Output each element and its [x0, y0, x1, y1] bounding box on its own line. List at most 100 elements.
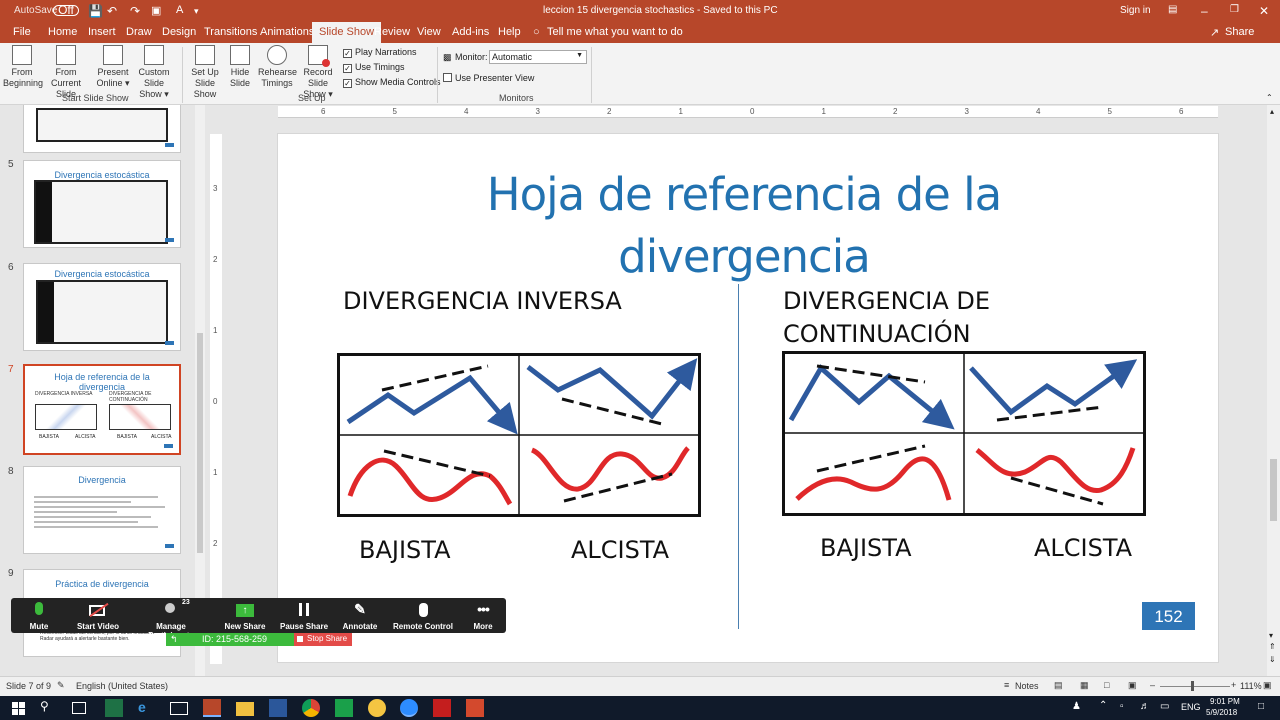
right-heading[interactable]: DIVERGENCIA DE CONTINUACIÓN	[783, 285, 990, 351]
minimize-icon[interactable]: –	[1201, 4, 1208, 18]
network-icon[interactable]: ▫	[1120, 701, 1124, 712]
collapse-ribbon-icon[interactable]: ⌃	[1266, 93, 1273, 102]
save-icon[interactable]: 💾	[88, 4, 103, 18]
thumbnail-slide-8[interactable]: Divergencia	[23, 466, 181, 554]
rehearse-timings-button[interactable]: Rehearse Timings	[258, 45, 297, 89]
maximize-icon[interactable]: ❐	[1230, 4, 1239, 15]
search-icon[interactable]: ⚲	[40, 699, 58, 717]
tab-transitions[interactable]: Transitions	[204, 26, 257, 38]
slide[interactable]: Hoja de referencia de la divergencia DIV…	[277, 133, 1219, 663]
autosave-toggle[interactable]: Off	[53, 4, 79, 16]
excel-icon[interactable]	[105, 699, 123, 717]
remote-control-button[interactable]: Remote Control	[393, 601, 453, 631]
task-view-icon[interactable]	[72, 702, 86, 714]
notes-button[interactable]: Notes	[1015, 681, 1039, 691]
powerpoint-icon[interactable]	[203, 699, 221, 717]
share-button[interactable]: Share	[1225, 26, 1254, 38]
thumbnail-slide-4[interactable]	[23, 105, 181, 153]
windows-start-icon[interactable]	[10, 699, 28, 717]
stop-share-button[interactable]: Stop Share	[294, 633, 352, 646]
sign-in-link[interactable]: Sign in	[1120, 5, 1151, 16]
share-icon[interactable]: ↗	[1210, 26, 1219, 39]
undo-icon[interactable]: ↶	[107, 4, 117, 18]
custom-slide-show-button[interactable]: Custom Slide Show ▾	[128, 45, 180, 100]
scroll-down-icon[interactable]: ▾	[1269, 631, 1273, 640]
next-slide-icon[interactable]: ⇓	[1269, 655, 1276, 664]
right-bear-label[interactable]: BAJISTA	[820, 534, 912, 562]
tab-view[interactable]: View	[417, 26, 441, 38]
pause-share-button[interactable]: Pause Share	[279, 601, 329, 631]
tab-add-ins[interactable]: Add-ins	[452, 26, 489, 38]
left-heading[interactable]: DIVERGENCIA INVERSA	[343, 285, 622, 318]
thumbnail-slide-7-selected[interactable]: Hoja de referencia de la divergencia DIVE…	[23, 364, 181, 455]
store-icon[interactable]	[170, 702, 188, 715]
customize-qat-icon[interactable]: ▾	[194, 6, 199, 17]
clock-time[interactable]: 9:01 PM	[1210, 697, 1240, 706]
tab-animations[interactable]: Animations	[260, 26, 314, 38]
from-current-slide-button[interactable]: From Current Slide	[42, 45, 90, 100]
more-button[interactable]: ••• More	[467, 601, 499, 631]
tab-slide-show[interactable]: Slide Show	[312, 22, 382, 43]
volume-icon[interactable]: ♬	[1140, 701, 1150, 712]
slide-sorter-icon[interactable]: ▦	[1080, 680, 1089, 691]
spellcheck-icon[interactable]: ✎	[57, 680, 65, 691]
scroll-up-icon[interactable]: ▴	[1270, 107, 1274, 116]
from-beginning-button[interactable]: From Beginning	[3, 45, 43, 89]
tab-design[interactable]: Design	[162, 26, 196, 38]
left-bull-label[interactable]: ALCISTA	[571, 536, 669, 564]
play-narrations-checkbox[interactable]: ✓ Play Narrations	[343, 47, 417, 58]
word-icon[interactable]	[269, 699, 287, 717]
left-bear-label[interactable]: BAJISTA	[359, 536, 451, 564]
fit-slide-icon[interactable]: ▣	[1263, 680, 1272, 691]
norton-icon[interactable]	[368, 699, 386, 717]
mute-button[interactable]: Mute	[19, 601, 59, 631]
file-explorer-icon[interactable]	[236, 702, 254, 716]
zoom-out-icon[interactable]: –	[1150, 680, 1155, 690]
setup-slide-show-button[interactable]: Set Up Slide Show	[184, 45, 226, 100]
chrome-icon[interactable]	[302, 699, 320, 717]
right-bull-label[interactable]: ALCISTA	[1034, 534, 1132, 562]
zoom-slider[interactable]	[1160, 686, 1230, 687]
thumbnail-slide-5[interactable]: Divergencia estocástica	[23, 160, 181, 248]
canvas-scrollbar[interactable]: ▴ ▾ ⇑ ⇓	[1267, 105, 1280, 676]
tab-draw[interactable]: Draw	[126, 26, 152, 38]
edge-icon[interactable]: e	[138, 699, 156, 717]
tab-file[interactable]: File	[13, 26, 31, 38]
previous-slide-icon[interactable]: ⇑	[1269, 642, 1276, 651]
presenter-view-checkbox[interactable]: Use Presenter View	[443, 73, 534, 83]
people-icon[interactable]: ♟	[1072, 701, 1081, 712]
scroll-thumb[interactable]	[1270, 459, 1277, 521]
tell-me-box[interactable]: Tell me what you want to do	[547, 26, 683, 38]
spelling-icon[interactable]: A	[176, 4, 183, 16]
zoom-slider-handle[interactable]	[1191, 681, 1194, 691]
camtasia-icon[interactable]	[335, 699, 353, 717]
new-share-button[interactable]: ↑ New Share	[223, 601, 267, 631]
zoom-app-icon[interactable]	[400, 699, 418, 717]
thumbnail-slide-6[interactable]: Divergencia estocástica	[23, 263, 181, 351]
ribbon-display-icon[interactable]: ▤	[1168, 4, 1177, 15]
slide-title[interactable]: Hoja de referencia de la divergencia	[428, 164, 1060, 288]
annotate-button[interactable]: ✎ Annotate	[339, 601, 381, 631]
use-timings-checkbox[interactable]: ✓ Use Timings	[343, 62, 405, 73]
redo-icon[interactable]: ↷	[130, 4, 140, 18]
clock-date[interactable]: 5/9/2018	[1206, 708, 1237, 717]
app-icon[interactable]	[433, 699, 451, 717]
normal-view-icon[interactable]: ▤	[1054, 680, 1063, 691]
battery-icon[interactable]: ▭	[1160, 701, 1169, 712]
zoom-in-icon[interactable]: +	[1231, 680, 1236, 690]
start-video-button[interactable]: Start Video	[73, 601, 123, 631]
language-indicator[interactable]: English (United States)	[76, 681, 168, 691]
record-slide-show-button[interactable]: Record Slide Show ▾	[295, 45, 341, 100]
hide-slide-button[interactable]: Hide Slide	[227, 45, 253, 89]
start-presentation-icon[interactable]: ▣	[151, 4, 161, 17]
tray-chevron-icon[interactable]: ⌃	[1099, 700, 1107, 711]
notes-icon[interactable]: ≡	[1004, 680, 1009, 690]
close-icon[interactable]: ✕	[1259, 4, 1269, 18]
language-tray[interactable]: ENG	[1181, 702, 1201, 712]
present-online-button[interactable]: Present Online ▾	[96, 45, 130, 89]
notifications-icon[interactable]: □	[1258, 701, 1264, 712]
camtasia-recorder-icon[interactable]	[466, 699, 484, 717]
thumbnail-scrollbar[interactable]	[195, 105, 205, 676]
tab-help[interactable]: Help	[498, 26, 521, 38]
reading-view-icon[interactable]: □	[1104, 680, 1109, 690]
